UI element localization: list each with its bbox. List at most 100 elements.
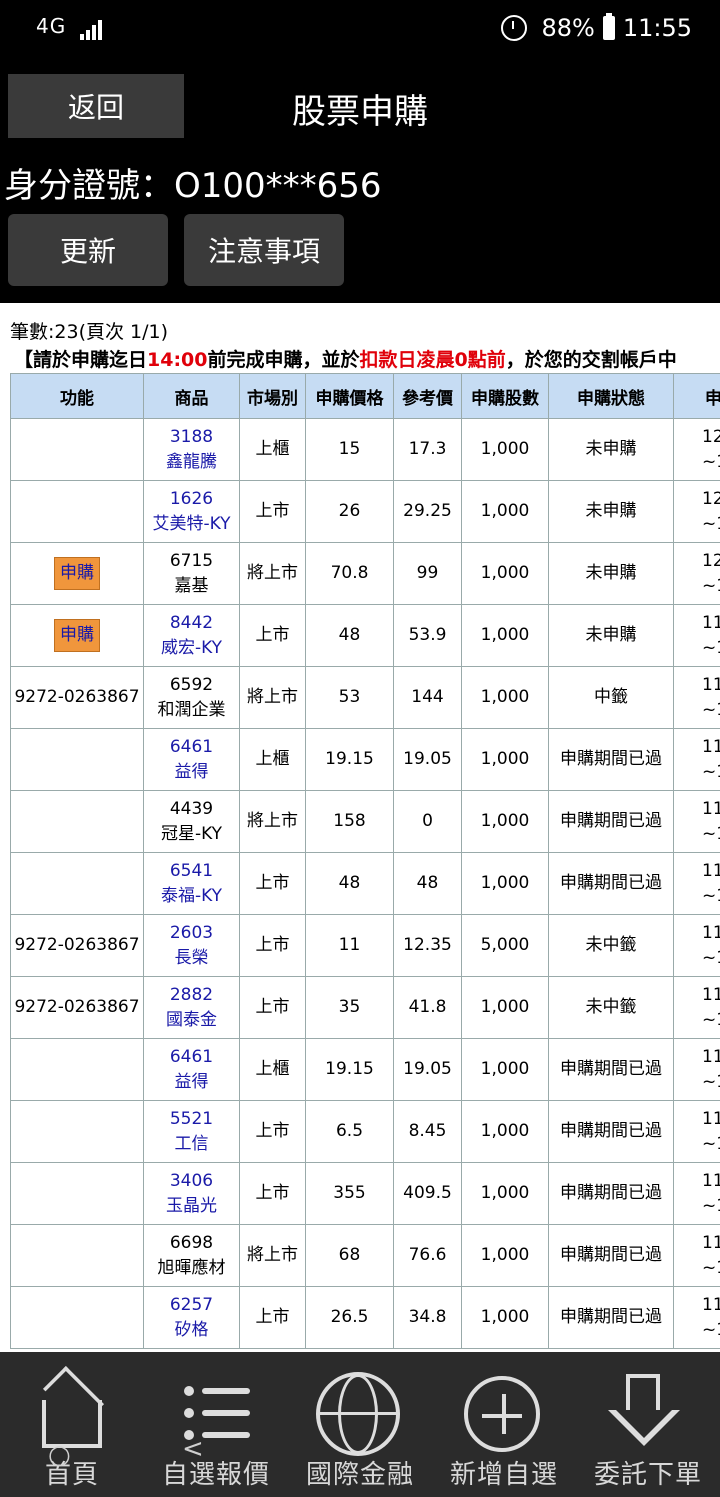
clock: 11:55 <box>622 14 692 42</box>
price-cell: 355 <box>305 1162 394 1225</box>
product-cell[interactable]: 3406 玉晶光 <box>143 1162 240 1225</box>
status-cell: 中籤 <box>548 666 674 729</box>
notice-button[interactable]: 注意事項 <box>184 214 344 286</box>
stock-code: 3406 <box>169 1170 214 1191</box>
product-cell[interactable]: 6461 益得 <box>143 728 240 791</box>
battery-icon <box>602 13 615 40</box>
date-cell: 11~1 <box>673 728 720 791</box>
shares-cell: 1,000 <box>461 852 549 915</box>
stock-name: 艾美特-KY <box>152 513 231 534</box>
status-cell: 申購期間已過 <box>548 1038 674 1101</box>
function-cell: 申購 <box>10 604 144 667</box>
ref-price-cell: 34.8 <box>393 1286 462 1349</box>
price-cell: 19.15 <box>305 1038 394 1101</box>
stock-code: 2603 <box>169 922 214 943</box>
table-row: 9272-0263867 2603 長榮 上市1112.355,000未中籤11~1 <box>10 914 720 977</box>
price-cell: 48 <box>305 604 394 667</box>
product-cell[interactable]: 3188 鑫龍騰 <box>143 418 240 481</box>
product-cell[interactable]: 1626 艾美特-KY <box>143 480 240 543</box>
table-row: 3188 鑫龍騰 上櫃1517.31,000未申購12~1 <box>10 418 720 481</box>
stock-name: 國泰金 <box>166 1009 217 1030</box>
market-cell: 上市 <box>239 1100 306 1163</box>
stock-name: 矽格 <box>174 1319 209 1340</box>
function-cell <box>10 852 144 915</box>
status-bar: 4G 88% 11:55 <box>0 0 720 60</box>
ref-price-cell: 53.9 <box>393 604 462 667</box>
table-row: 6461 益得 上櫃19.1519.051,000申購期間已過11~1 <box>10 1038 720 1101</box>
date-cell: 11~1 <box>673 1100 720 1163</box>
stock-name: 冠星-KY <box>160 823 223 844</box>
network-indicator: 4G <box>36 14 67 38</box>
deadline-notice: 【請於申購迄日14:00前完成申購，並於扣款日凌晨0點前，於您的交割帳戶中 <box>14 349 677 371</box>
shares-cell: 5,000 <box>461 914 549 977</box>
market-cell: 上櫃 <box>239 418 306 481</box>
shares-cell: 1,000 <box>461 790 549 853</box>
product-cell[interactable]: 2882 國泰金 <box>143 976 240 1039</box>
subscription-panel: 筆數:23(頁次 1/1) 【請於申購迄日14:00前完成申購，並於扣款日凌晨0… <box>0 303 720 1363</box>
table-row: 申購 8442 威宏-KY 上市4853.91,000未申購11~1 <box>10 604 720 667</box>
ref-price-cell: 409.5 <box>393 1162 462 1225</box>
market-cell: 將上市 <box>239 790 306 853</box>
stock-name: 玉晶光 <box>166 1195 217 1216</box>
product-cell[interactable]: 8442 威宏-KY <box>143 604 240 667</box>
column-header: 商品 <box>143 373 240 419</box>
table-row: 3406 玉晶光 上市355409.51,000申購期間已過11~1 <box>10 1162 720 1225</box>
price-cell: 6.5 <box>305 1100 394 1163</box>
table-row: 9272-0263867 2882 國泰金 上市3541.81,000未中籤11~1 <box>10 976 720 1039</box>
apply-button[interactable]: 申購 <box>54 557 100 590</box>
nav-international[interactable]: 國際金融 <box>288 1352 432 1497</box>
table-row: 6541泰福-KY上市48481,000申購期間已過11~1 <box>10 852 720 915</box>
product-cell[interactable]: 5521 工信 <box>143 1100 240 1163</box>
market-cell: 上櫃 <box>239 728 306 791</box>
function-cell: 9272-0263867 <box>10 666 144 729</box>
status-cell: 申購期間已過 <box>548 728 674 791</box>
shares-cell: 1,000 <box>461 666 549 729</box>
bottom-nav: 首頁 自選報價 國際金融 新增自選 委託下單 < ○ <box>0 1352 720 1497</box>
shares-cell: 1,000 <box>461 480 549 543</box>
product-cell[interactable]: 2603 長榮 <box>143 914 240 977</box>
stock-code: 5521 <box>169 1108 214 1129</box>
product-cell[interactable]: 6257 矽格 <box>143 1286 240 1349</box>
table-row: 1626 艾美特-KY 上市2629.251,000未申購12~1 <box>10 480 720 543</box>
stock-code: 6541 <box>169 860 214 881</box>
product-cell[interactable]: 6461 益得 <box>143 1038 240 1101</box>
stock-code: 2882 <box>169 984 214 1005</box>
shares-cell: 1,000 <box>461 1038 549 1101</box>
nav-home[interactable]: 首頁 <box>0 1352 144 1497</box>
status-cell: 申購期間已過 <box>548 1286 674 1349</box>
table-row: 9272-0263867 6592 和潤企業將上市531441,000中籤11~1 <box>10 666 720 729</box>
stock-code: 1626 <box>169 488 214 509</box>
shares-cell: 1,000 <box>461 542 549 605</box>
refresh-button[interactable]: 更新 <box>8 214 168 286</box>
system-home-icon[interactable]: ○ <box>48 1440 71 1470</box>
ref-price-cell: 48 <box>393 852 462 915</box>
column-header: 參考價 <box>393 373 462 419</box>
record-count: 筆數:23(頁次 1/1) <box>10 321 169 343</box>
function-cell <box>10 1038 144 1101</box>
function-cell: 9272-0263867 <box>10 976 144 1039</box>
date-cell: 11~1 <box>673 976 720 1039</box>
back-button[interactable]: 返回 <box>8 74 184 138</box>
nav-add-watch[interactable]: 新增自選 <box>432 1352 576 1497</box>
ref-price-cell: 17.3 <box>393 418 462 481</box>
date-cell: 12~1 <box>673 418 720 481</box>
product-cell: 6592 和潤企業 <box>143 666 240 729</box>
function-cell: 申購 <box>10 542 144 605</box>
market-cell: 上市 <box>239 914 306 977</box>
date-cell: 11~1 <box>673 666 720 729</box>
shares-cell: 1,000 <box>461 418 549 481</box>
nav-watchlist[interactable]: 自選報價 <box>144 1352 288 1497</box>
shares-cell: 1,000 <box>461 976 549 1039</box>
product-cell: 6715 嘉基 <box>143 542 240 605</box>
shares-cell: 1,000 <box>461 1224 549 1287</box>
status-cell: 未申購 <box>548 542 674 605</box>
nav-order[interactable]: 委託下單 <box>576 1352 720 1497</box>
product-cell[interactable]: 6541 泰福-KY <box>143 852 240 915</box>
price-cell: 26 <box>305 480 394 543</box>
ref-price-cell: 144 <box>393 666 462 729</box>
ref-price-cell: 0 <box>393 790 462 853</box>
apply-button[interactable]: 申購 <box>54 619 100 652</box>
system-back-icon[interactable]: < <box>182 1434 204 1464</box>
column-header: 申購 <box>673 373 720 419</box>
function-cell <box>10 1286 144 1349</box>
